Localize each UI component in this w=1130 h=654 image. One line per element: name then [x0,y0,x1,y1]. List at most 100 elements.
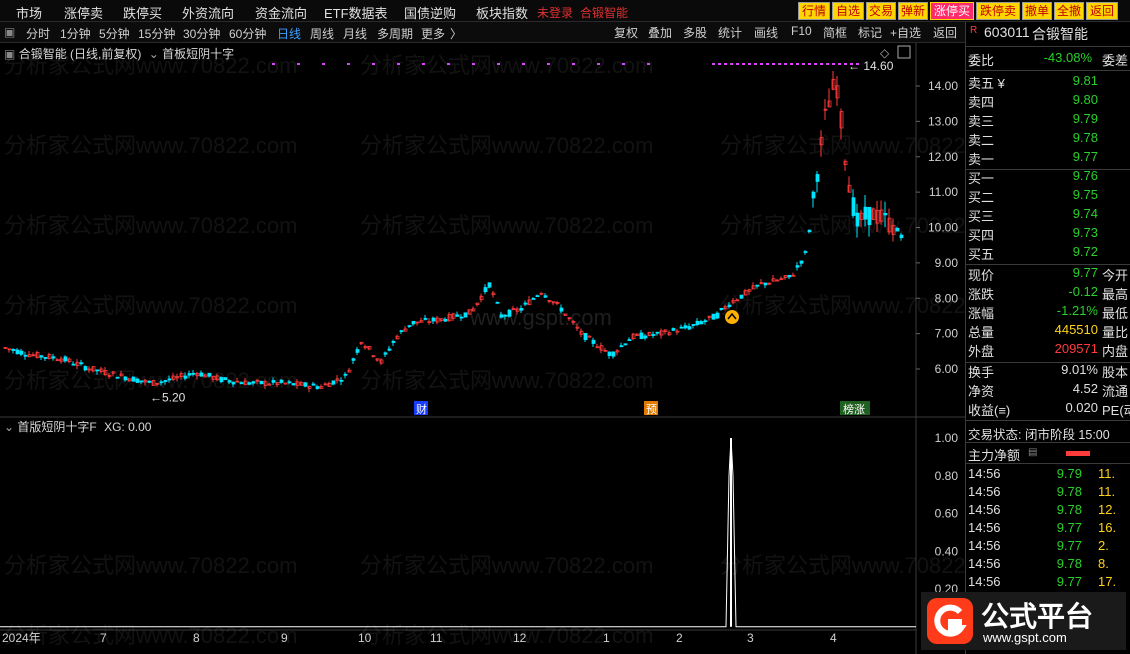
quick-cancel-all-button[interactable]: 全撤 [1054,2,1084,20]
settings-diamond-icon: ◇ [880,46,890,60]
candle-body [543,295,548,298]
toolbar-draw[interactable]: 画线 [754,24,778,41]
toolbar-frame[interactable]: 简框 [823,24,847,41]
candle-body [507,309,512,317]
tick-price: 9.77 [1056,538,1082,553]
signal-dot [754,63,757,65]
menu-market[interactable]: 市场 [16,3,42,22]
menu-sector-index[interactable]: 板块指数 [476,3,528,22]
period-60min[interactable]: 60分钟 [229,25,266,42]
list-icon[interactable]: ▤ [1028,447,1037,458]
indicator-name[interactable]: 首板短阴十字 [162,47,234,61]
tick-volume: 17. [1098,574,1117,589]
more-chevron-icon[interactable]: 〉 [450,25,462,42]
brand-url: www.gspt.com [983,630,1067,645]
toolbar-overlay[interactable]: 叠加 [648,24,672,41]
watermark-text: 分析家公式网www.70822.com [720,133,965,158]
period-weekly[interactable]: 周线 [310,25,334,42]
menu-etf-table[interactable]: ETF数据表 [324,3,388,22]
signal-dot [712,63,715,65]
toolbar-stats[interactable]: 统计 [718,24,742,41]
signal-dot [597,63,600,65]
period-daily[interactable]: 日线 [277,25,301,42]
chart-area[interactable]: 14.00 13.00 12.00 11.00 10.00 9.00 8.00 7.00 6.0… [0,43,1013,654]
toolbar-marks[interactable]: 标记 [858,24,882,41]
bid-row-label: 买一 [968,171,995,186]
indicator-dropdown-icon[interactable]: ⌄ [149,47,159,61]
watermark-text: 分析家公式网www.70822.com [4,553,297,578]
tick-price: 9.78 [1056,484,1082,499]
candle-body [703,320,708,323]
toolbar-multi-stock[interactable]: 多股 [683,24,707,41]
ask-row-label: 卖二 [968,133,995,148]
panel-toggle-icon[interactable]: ▣ [4,47,15,61]
candle-body [655,331,660,334]
candle-body [343,373,348,376]
signal-dot [838,63,841,65]
signal-dot [832,63,835,65]
candle-body [23,354,28,357]
divider [966,46,1130,47]
signal-dot [814,63,817,65]
tick-volume: 16. [1098,520,1117,535]
menu-foreign-flow[interactable]: 外资流向 [182,3,234,22]
quick-limit-up-buy-button[interactable]: 涨停买 [930,2,974,20]
period-multi[interactable]: 多周期 [377,25,413,42]
toolbar-f10[interactable]: F10 [791,24,812,38]
candle-body [131,376,136,382]
period-monthly[interactable]: 月线 [343,25,367,42]
divider [966,70,1130,71]
current-stock-tag: 合锻智能 [580,6,629,20]
signal-dot [760,63,763,65]
period-1min[interactable]: 1分钟 [60,25,91,42]
quick-trade-button[interactable]: 交易 [866,2,896,20]
signal-dot [422,63,425,65]
quick-watchlist-button[interactable]: 自选 [832,2,864,20]
menu-bond-repo[interactable]: 国债逆购 [404,3,456,22]
candle-body [591,339,596,344]
quick-back-button[interactable]: 返回 [1086,2,1118,20]
quick-new-button[interactable]: 弹新 [898,2,928,20]
stat-row-tail: 最高 [1102,287,1129,302]
toolbar-adjust[interactable]: 复权 [614,24,638,41]
period-15min[interactable]: 15分钟 [138,25,175,42]
quick-limit-down-sell-button[interactable]: 跌停卖 [976,2,1020,20]
candle-body [259,380,264,385]
login-status[interactable]: 未登录 [537,4,573,21]
sub-indicator-dropdown-icon[interactable]: ⌄ [4,420,14,434]
candle-body [463,312,468,318]
candle-body [83,366,88,371]
candle-body [523,302,528,305]
menu-limit-up-sell[interactable]: 涨停卖 [64,3,103,22]
period-more[interactable]: 更多 [421,25,445,42]
menu-limit-down-buy[interactable]: 跌停买 [123,3,162,22]
candle-body [311,383,316,386]
stat-row-tail: 量比 [1102,325,1129,340]
stat-row: 现价 9.77 今开 [968,265,1128,284]
sub-indicator-name[interactable]: 首版短阴十字F [17,420,96,434]
ask-row-value: 9.80 [1072,92,1098,107]
toolbar-back[interactable]: 返回 [933,24,957,41]
g-logo-icon [934,604,967,637]
quick-quotes-button[interactable]: 行情 [798,2,830,20]
candle-body [691,323,696,326]
bid-row-label: 买三 [968,209,995,224]
period-5min[interactable]: 5分钟 [99,25,130,42]
period-30min[interactable]: 30分钟 [183,25,220,42]
menu-fund-flow[interactable]: 资金流向 [255,3,307,22]
kline-chart[interactable]: 14.0013.0012.0011.0010.009.008.007.006.0… [0,43,1013,654]
period-intraday[interactable]: 分时 [26,25,50,42]
panel-toggle-icon[interactable]: ▣ [4,25,15,39]
stock-code: 603011 [984,24,1030,40]
trade-state: 交易状态: 闭市阶段 15:00 [968,428,1110,442]
tick-time: 14:56 [968,574,1001,589]
toolbar-add-watch[interactable]: +自选 [890,24,921,41]
candle-body [739,294,744,299]
bid-row-label: 买四 [968,228,995,243]
candle-body [883,212,888,216]
period-toolbar: ▣ 分时 1分钟 5分钟 15分钟 30分钟 60分钟 日线 周线 月线 多周期… [0,22,965,43]
quick-cancel-button[interactable]: 撤单 [1022,2,1052,20]
signal-dot [796,63,799,65]
stat-row-label: 外盘 [968,344,995,359]
signal-dot [826,63,829,65]
